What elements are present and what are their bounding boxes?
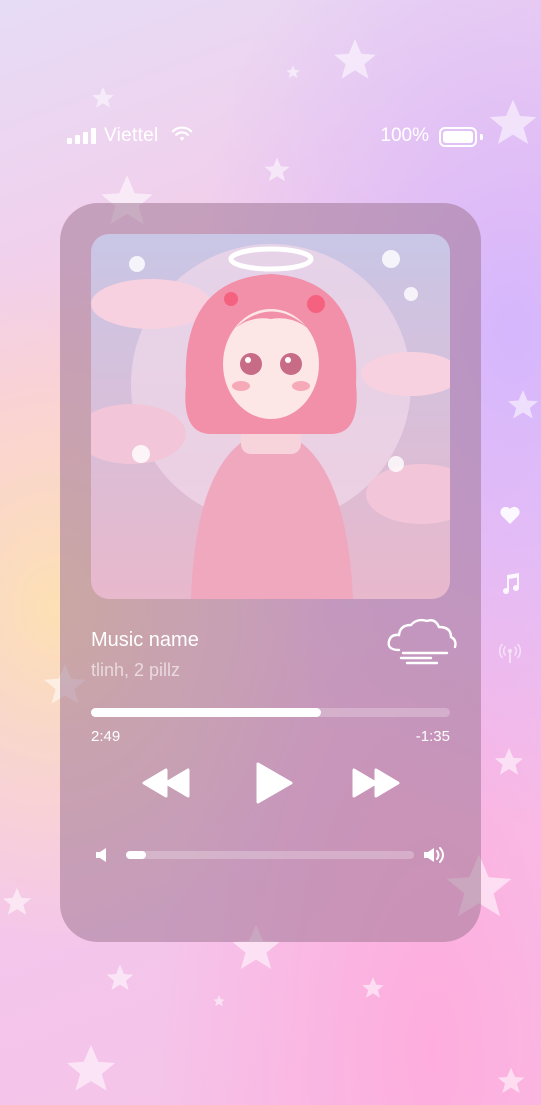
windy-cloud-icon[interactable] — [385, 616, 459, 666]
album-art[interactable] — [91, 234, 450, 599]
volume-fill — [126, 851, 147, 859]
song-title: Music name — [91, 629, 199, 651]
progress-fill — [91, 708, 321, 717]
fast-forward-icon — [352, 768, 400, 798]
star-icon — [497, 1067, 525, 1093]
wifi-icon — [171, 126, 193, 141]
battery-percent: 100% — [380, 125, 429, 146]
star-icon — [66, 1044, 116, 1091]
volume-low-icon — [96, 848, 106, 862]
fast-forward-button[interactable] — [348, 758, 404, 808]
star-icon — [334, 39, 376, 79]
star-icon — [489, 99, 537, 144]
rewind-icon — [142, 768, 190, 798]
rewind-button[interactable] — [138, 758, 194, 808]
cellular-signal-icon — [67, 128, 97, 144]
star-icon — [264, 157, 290, 182]
time-remaining: -1:35 — [415, 728, 450, 745]
star-icon — [213, 995, 225, 1007]
album-art-image — [91, 234, 450, 599]
star-icon — [508, 390, 538, 419]
star-icon — [106, 964, 134, 990]
music-player-card: Music name tlinh, 2 pillz 2:49 -1:35 — [60, 203, 481, 942]
volume-slider[interactable] — [126, 851, 414, 859]
star-icon — [286, 65, 300, 78]
battery-icon — [439, 127, 483, 147]
time-elapsed: 2:49 — [91, 728, 121, 745]
carrier-name: Viettel — [104, 125, 159, 146]
star-icon — [494, 747, 524, 775]
star-icon — [362, 977, 384, 998]
playback-progress-slider[interactable] — [91, 708, 450, 717]
heart-icon[interactable] — [498, 503, 522, 527]
star-icon — [2, 887, 32, 915]
broadcast-icon[interactable] — [498, 641, 522, 665]
play-button[interactable] — [250, 758, 298, 808]
star-icon — [92, 87, 114, 108]
music-note-icon[interactable] — [498, 572, 522, 596]
play-icon — [256, 762, 293, 804]
artist-name: tlinh, 2 pillz — [91, 660, 181, 680]
status-bar: Viettel 100% — [67, 122, 483, 152]
volume-high-icon — [424, 847, 444, 863]
